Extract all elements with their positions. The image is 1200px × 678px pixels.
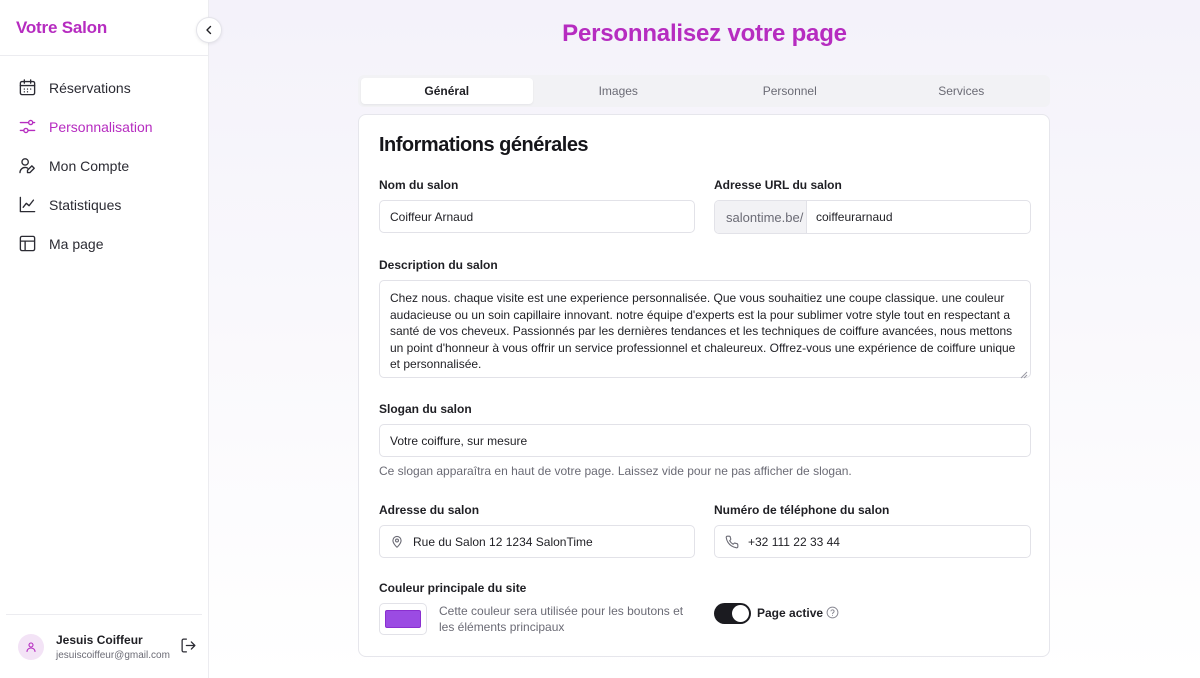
layout-icon (17, 234, 37, 254)
sidebar-item-ma-page[interactable]: Ma page (0, 224, 208, 263)
sliders-icon (17, 117, 37, 137)
description-textarea[interactable]: Chez nous. chaque visite est une experie… (379, 280, 1031, 379)
user-edit-icon (17, 156, 37, 176)
sidebar-item-label: Réservations (49, 79, 131, 96)
chart-line-icon (17, 195, 37, 215)
brand-logo[interactable]: Votre Salon (0, 0, 208, 56)
sidebar-item-mon-compte[interactable]: Mon Compte (0, 146, 208, 185)
salon-name-input[interactable]: Coiffeur Arnaud (379, 200, 695, 233)
resize-handle-icon[interactable] (1020, 367, 1028, 379)
page-active-label: Page active (757, 606, 824, 620)
tab-general[interactable]: Général (361, 78, 533, 104)
section-title: Informations générales (379, 134, 589, 156)
user-email: jesuiscoiffeur@gmail.com (56, 649, 170, 661)
url-prefix: salontime.be/ (715, 201, 807, 233)
salon-url-field: salontime.be/ coiffeurarnaud (714, 200, 1031, 234)
phone-input[interactable]: +32 111 22 33 44 (714, 525, 1031, 558)
phone-icon (725, 535, 739, 549)
address-input[interactable]: Rue du Salon 12 1234 SalonTime (379, 525, 695, 558)
page-active-toggle[interactable] (714, 603, 751, 624)
sidebar-nav: Réservations Personnalisation Mon Compte… (0, 56, 208, 263)
sidebar: Votre Salon Réservations Personnalisatio… (0, 0, 209, 678)
phone-label: Numéro de téléphone du salon (714, 503, 890, 517)
tab-images[interactable]: Images (533, 78, 705, 104)
salon-url-input[interactable]: coiffeurarnaud (807, 201, 1030, 233)
collapse-sidebar-button[interactable] (196, 17, 222, 43)
salon-name-label: Nom du salon (379, 178, 459, 192)
color-help-text: Cette couleur sera utilisée pour les bou… (439, 604, 684, 634)
sidebar-item-label: Ma page (49, 235, 104, 252)
color-picker[interactable] (379, 603, 427, 635)
sidebar-item-reservations[interactable]: Réservations (0, 68, 208, 107)
map-pin-icon (390, 535, 404, 549)
tab-services[interactable]: Services (876, 78, 1048, 104)
user-name: Jesuis Coiffeur (56, 632, 143, 647)
description-text: Chez nous. chaque visite est une experie… (390, 291, 1016, 371)
slogan-label: Slogan du salon (379, 402, 472, 416)
color-swatch (385, 610, 421, 628)
slogan-input[interactable]: Votre coiffure, sur mesure (379, 424, 1031, 457)
page-title: Personnalisez votre page (562, 20, 847, 47)
phone-value: +32 111 22 33 44 (748, 534, 840, 549)
sidebar-item-label: Personnalisation (49, 118, 153, 135)
sidebar-item-label: Statistiques (49, 196, 122, 213)
description-label: Description du salon (379, 258, 498, 272)
calendar-icon (17, 78, 37, 98)
address-label: Adresse du salon (379, 503, 480, 517)
address-value: Rue du Salon 12 1234 SalonTime (413, 534, 593, 549)
toggle-knob (732, 605, 749, 622)
tab-personnel[interactable]: Personnel (704, 78, 876, 104)
slogan-help-text: Ce slogan apparaîtra en haut de votre pa… (379, 464, 852, 478)
user-info: Jesuis Coiffeur jesuiscoiffeur@gmail.com (56, 633, 170, 661)
help-circle-icon[interactable] (826, 606, 839, 619)
general-info-card: Informations générales Nom du salon Coif… (358, 114, 1050, 657)
salon-url-label: Adresse URL du salon (714, 178, 842, 192)
chevron-left-icon (203, 24, 215, 36)
sidebar-item-personnalisation[interactable]: Personnalisation (0, 107, 208, 146)
user-profile: Jesuis Coiffeur jesuiscoiffeur@gmail.com (6, 614, 202, 678)
color-label: Couleur principale du site (379, 581, 527, 595)
avatar[interactable] (18, 633, 44, 660)
sidebar-item-statistiques[interactable]: Statistiques (0, 185, 208, 224)
tab-bar: Général Images Personnel Services (358, 75, 1050, 107)
logout-icon[interactable] (180, 637, 198, 655)
sidebar-item-label: Mon Compte (49, 157, 130, 174)
